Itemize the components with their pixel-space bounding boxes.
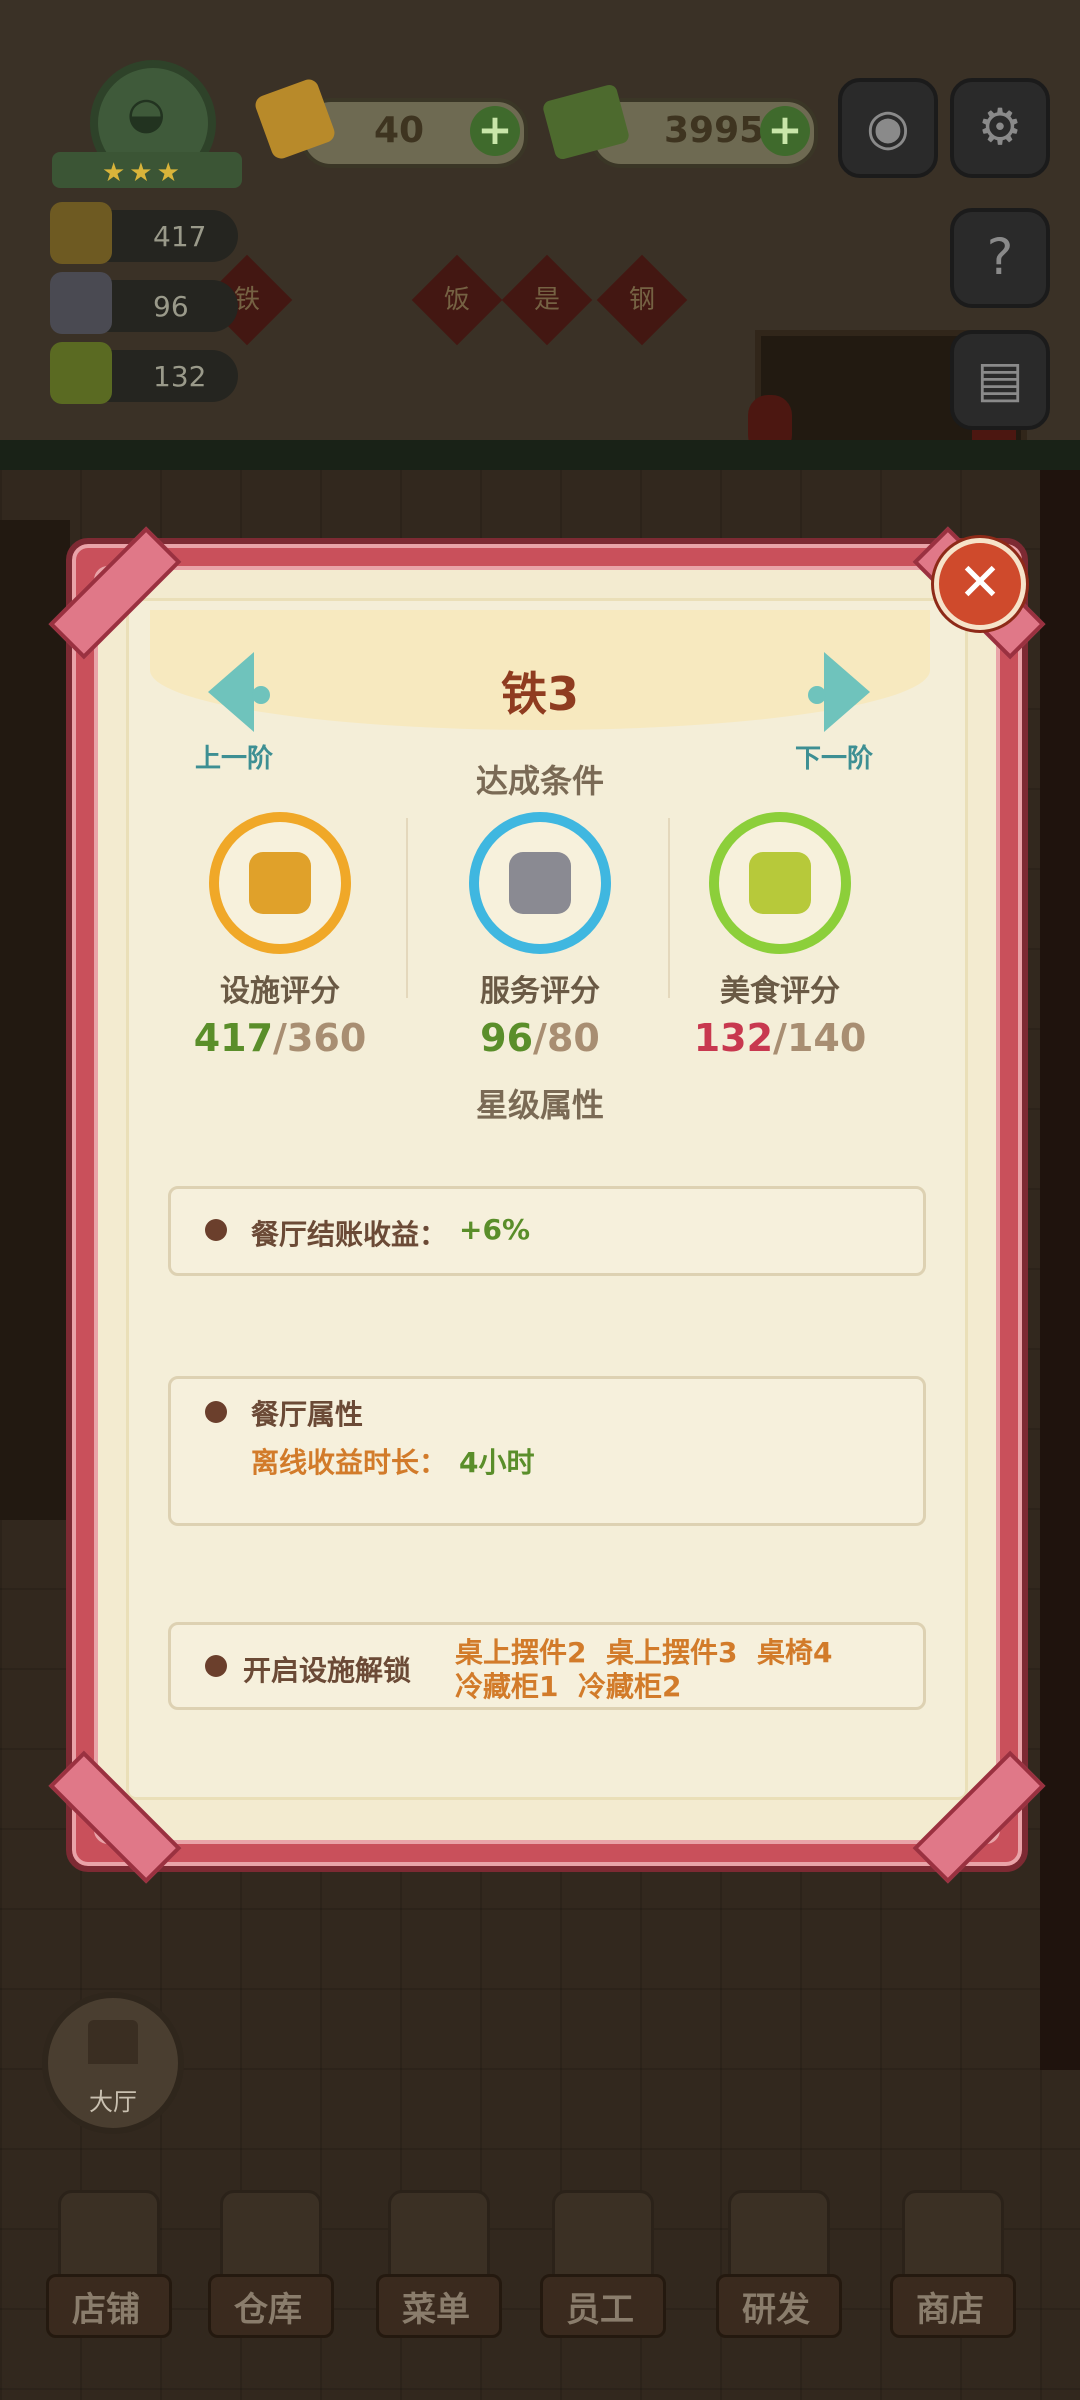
- service-score-current: 96: [480, 1016, 534, 1060]
- offline-income-label: 离线收益时长：: [251, 1446, 448, 1479]
- facility-unlock-label: 开启设施解锁: [243, 1654, 412, 1687]
- service-score-values: 96/80: [430, 1016, 650, 1060]
- column-divider: [406, 818, 408, 998]
- task-icon: ▤: [976, 350, 1024, 408]
- next-tier-dot: [808, 686, 826, 704]
- facility-stat: 417: [50, 202, 238, 264]
- nav-research[interactable]: 研发: [716, 2190, 842, 2340]
- food-icon: [50, 342, 112, 404]
- camera-button[interactable]: ◉: [838, 78, 938, 178]
- hall-button-label: 大厅: [89, 2088, 137, 2116]
- add-gems-button[interactable]: +: [470, 106, 520, 156]
- nav-label: 商店: [916, 2290, 984, 2330]
- score-separator: /: [533, 1016, 547, 1060]
- add-cash-button[interactable]: +: [760, 106, 810, 156]
- food-ring: [709, 812, 851, 954]
- hall-button[interactable]: 大厅: [42, 1992, 184, 2134]
- restaurant-attribute-label: 餐厅属性: [251, 1398, 364, 1431]
- facility-score: 设施评分 417/360: [170, 812, 390, 1060]
- nav-label: 菜单: [402, 2290, 470, 2330]
- food-icon: [749, 852, 811, 914]
- task-button[interactable]: ▤: [950, 330, 1050, 430]
- service-ring: [469, 812, 611, 954]
- prev-tier-arrow-icon[interactable]: [208, 652, 254, 732]
- service-score: 服务评分 96/80: [430, 812, 650, 1060]
- rank-stars: ★★★: [102, 158, 184, 188]
- food-stat: 132: [50, 342, 238, 404]
- nav-warehouse[interactable]: 仓库: [208, 2190, 334, 2340]
- food-score-label: 美食评分: [720, 974, 840, 1009]
- offline-income-value: 4小时: [459, 1446, 535, 1479]
- nav-shop-front[interactable]: 店铺: [46, 2190, 172, 2340]
- prev-tier-dot: [252, 686, 270, 704]
- service-stat: 96: [50, 272, 238, 334]
- bowl-icon: ◒: [127, 88, 166, 139]
- nav-label: 仓库: [234, 2290, 302, 2330]
- nav-label: 员工: [566, 2290, 634, 2330]
- help-book-icon: ?: [986, 228, 1014, 286]
- food-score-required: 140: [786, 1016, 867, 1060]
- facility-stat-value: 417: [153, 220, 207, 253]
- checkout-bonus-value: +6%: [459, 1213, 530, 1246]
- food-stat-value: 132: [153, 360, 207, 393]
- hall-icon: [88, 2020, 138, 2064]
- food-score-current: 132: [693, 1016, 774, 1060]
- checkout-bonus-card: 餐厅结账收益： +6%: [168, 1186, 926, 1276]
- cash-amount: 3995: [664, 110, 765, 151]
- restaurant-rank-emblem[interactable]: ◒ ★★★: [52, 60, 242, 190]
- close-button[interactable]: ✕: [934, 538, 1026, 630]
- nav-store[interactable]: 商店: [890, 2190, 1016, 2340]
- camera-icon: ◉: [866, 98, 910, 156]
- tier-title: 铁3: [500, 667, 579, 721]
- nav-menu[interactable]: 菜单: [376, 2190, 502, 2340]
- settings-button[interactable]: ⚙: [950, 78, 1050, 178]
- help-button[interactable]: ?: [950, 208, 1050, 308]
- facility-score-label: 设施评分: [220, 974, 340, 1009]
- restaurant-attribute-card: 餐厅属性 离线收益时长： 4小时: [168, 1376, 926, 1526]
- facility-unlock-card: 开启设施解锁 桌上摆件2 桌上摆件3 桌椅4 冷藏柜1 冷藏柜2: [168, 1622, 926, 1710]
- gear-icon: ⚙: [977, 98, 1023, 156]
- facility-icon: [50, 202, 112, 264]
- service-score-label: 服务评分: [480, 974, 600, 1009]
- score-separator: /: [273, 1016, 287, 1060]
- nav-staff[interactable]: 员工: [540, 2190, 666, 2340]
- food-score-values: 132/140: [670, 1016, 890, 1060]
- bullet-icon: [205, 1401, 227, 1423]
- facility-score-current: 417: [193, 1016, 274, 1060]
- conditions-title: 达成条件: [475, 762, 604, 800]
- score-separator: /: [773, 1016, 787, 1060]
- facility-score-required: 360: [286, 1016, 367, 1060]
- attributes-title: 星级属性: [475, 1086, 604, 1124]
- checkout-bonus-label: 餐厅结账收益：: [251, 1218, 448, 1251]
- bullet-icon: [205, 1219, 227, 1241]
- food-score: 美食评分 132/140: [670, 812, 890, 1060]
- facility-icon: [249, 852, 311, 914]
- gem-amount: 40: [374, 110, 425, 151]
- next-tier-arrow-icon[interactable]: [824, 652, 870, 732]
- service-score-required: 80: [546, 1016, 600, 1060]
- service-icon: [50, 272, 112, 334]
- service-stat-value: 96: [153, 290, 189, 323]
- facility-ring: [209, 812, 351, 954]
- facility-unlock-list-line2: 冷藏柜1 冷藏柜2: [455, 1670, 682, 1703]
- service-icon: [509, 852, 571, 914]
- bullet-icon: [205, 1655, 227, 1677]
- nav-label: 店铺: [72, 2290, 140, 2330]
- nav-label: 研发: [742, 2290, 810, 2330]
- facility-score-values: 417/360: [170, 1016, 390, 1060]
